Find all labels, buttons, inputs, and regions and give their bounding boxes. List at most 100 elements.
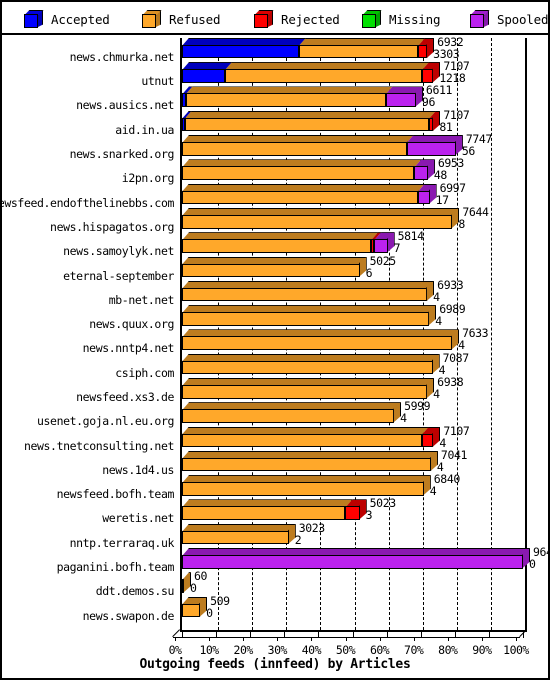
legend-cube-missing [362,9,382,29]
bar-segment-refused [298,44,419,59]
bar-segment-spooled [417,190,430,205]
bar-value-total: 6989 [439,302,466,317]
bar-segment-refused [182,263,360,278]
legend-item-spooled: Spooled [470,8,548,30]
legend-item-refused: Refused [142,8,220,30]
legend-label: Missing [389,11,441,27]
bar-segment-spooled [385,93,416,108]
bar-value-secondary: 0 [529,557,536,571]
bar-segment-refused [224,69,422,83]
x-tick-front-10 [209,637,211,641]
x-tick-front-30 [277,637,279,641]
x-tick-back-10 [216,630,218,638]
bar-value-secondary: 0 [206,605,213,620]
bar-value-secondary: 81 [439,119,453,134]
bar-value-total: 7087 [442,350,470,365]
legend-item-rejected: Rejected [254,8,340,30]
x-tick-back-80 [454,630,456,638]
bar-segment-refused [182,506,346,521]
bar-value-total: 6840 [433,472,461,487]
bar-value-total: 3023 [298,520,326,535]
bar-value-total: 6933 [437,277,464,292]
bar-value-secondary: 8 [458,216,465,231]
bar-value-secondary: 6 [365,265,373,280]
bar-value-secondary: 3 [365,508,373,523]
x-tick-back-20 [250,630,252,638]
bar-segment-spooled [374,239,388,253]
x-tick-back-90 [488,630,490,638]
legend-cube-refused [142,9,162,29]
legend-label: Accepted [51,11,110,27]
bar-value-total: 6938 [437,374,464,389]
bar-value-secondary: 4 [400,411,407,426]
x-tick-label: 70% [404,643,424,657]
x-tick-back-60 [386,630,388,638]
bar-segment-refused [182,360,433,375]
legend-cube-spooled [470,9,490,29]
bar-value-total: 5025 [369,253,397,268]
x-tick-front-50 [345,637,347,641]
bar-value-secondary: 96 [421,95,435,110]
x-tick-front-90 [481,637,483,641]
x-tick-back-70 [420,630,422,638]
bar-segment-refused [182,433,422,448]
bar-value-secondary: 7 [393,241,401,256]
x-tick-back-0 [182,630,183,638]
bar-segment-refused [184,117,430,132]
x-tick-label: 20% [233,643,254,657]
bar-segment-refused [182,190,418,205]
bar-segment-refused [182,530,289,545]
x-tick-back-30 [284,630,286,638]
x-axis-baseline-front [173,637,520,638]
bar-value-total: 7633 [462,326,489,341]
bar-segment-accepted [182,44,299,59]
x-tick-back-50 [352,630,354,638]
legend-label: Refused [169,11,221,27]
legend-cube-accepted [24,9,44,29]
chart-plot-area: news.chmurka.net utnut news.ausics.net aid.… [2,35,548,678]
bar-segment-rejected [422,69,434,83]
bar-segment-refused [182,166,415,180]
chart-container: Accepted Refused Rejected Missing Spooled ne… [0,0,550,680]
bar-value-secondary: 2 [294,532,302,547]
x-tick-front-20 [243,637,245,641]
bar-value-secondary: 0 [190,581,197,596]
x-tick-label: 100% [503,643,529,657]
x-axis-baseline [180,630,527,632]
bar-value-secondary: 4 [429,484,437,499]
bar-segment-refused [182,409,395,423]
x-tick-front-80 [447,637,449,641]
bar-segment-rejected [345,506,360,521]
bar-value-secondary: 4 [435,314,442,329]
legend-cube-rejected [254,9,274,29]
bar-segment-refused [182,603,201,618]
bar-segment-spooled [182,555,523,569]
x-tick-label: 30% [267,643,288,657]
x-tick-label: 0% [168,643,182,657]
bar-segment-rejected [422,433,434,448]
bar-value-total: 7107 [443,423,470,438]
bar-segment-refused [182,142,407,156]
bar-value-total: 5814 [397,229,425,244]
chart-legend: Accepted Refused Rejected Missing Spooled [2,2,548,35]
x-tick-front-100 [516,637,517,641]
bar-value-total: 5999 [404,399,431,414]
x-tick-front-70 [413,637,415,641]
x-tick-front-0 [175,637,176,641]
bar-value-secondary: 17 [435,192,449,207]
bar-segment-rejected [418,44,428,59]
x-tick-front-60 [379,637,381,641]
x-tick-label: 40% [301,643,322,657]
legend-label: Spooled [497,11,549,27]
x-tick-label: 60% [369,643,390,657]
bar-segment-refused [182,287,428,302]
legend-item-missing: Missing [362,8,440,30]
bar-segment-refused [182,457,431,472]
bar-value-total: 7041 [440,447,468,462]
bar-value-total: 5023 [369,496,397,511]
bars-layer: 6932 3303 7107 1218 6611 96 7107 81 7747 56 6953 48… [2,35,548,678]
bar-segment-refused [182,239,372,253]
legend-item-accepted: Accepted [24,8,110,30]
bar-segment-accepted [182,69,225,83]
x-tick-label: 90% [472,643,492,657]
